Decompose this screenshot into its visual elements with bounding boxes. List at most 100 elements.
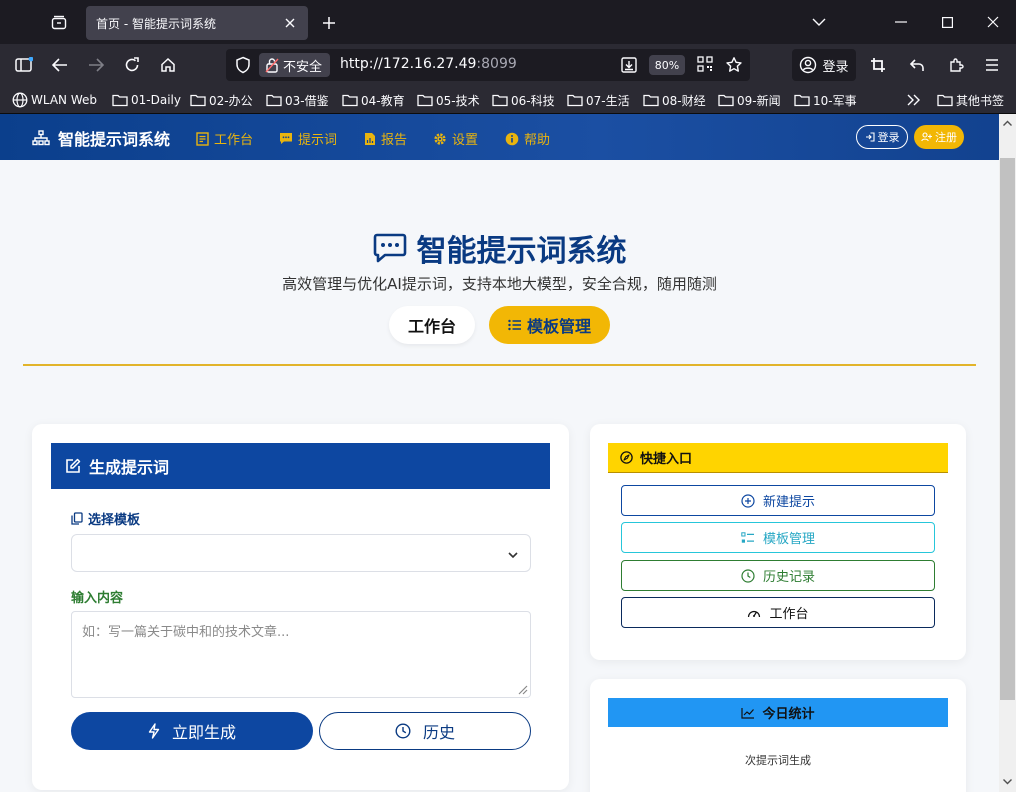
plus-circle-icon <box>741 493 755 508</box>
menu-icon[interactable] <box>980 53 1004 77</box>
folder-icon <box>342 94 358 107</box>
back-icon[interactable] <box>48 53 72 77</box>
chevron-down-icon <box>508 548 518 563</box>
shield-icon[interactable] <box>234 56 252 74</box>
nav-link-help[interactable]: 帮助 <box>505 129 550 148</box>
generate-now-button[interactable]: 立即生成 <box>71 712 313 750</box>
card-title: 生成提示词 <box>89 458 170 477</box>
new-tab-icon[interactable] <box>318 12 340 34</box>
url-host: http://172.16.27.49 <box>340 56 477 72</box>
folder-icon <box>567 94 583 107</box>
bookmark-item[interactable]: WLAN Web <box>12 91 97 109</box>
tab-template-management[interactable]: 模板管理 <box>489 306 610 344</box>
card-title: 今日统计 <box>762 707 815 722</box>
download-icon[interactable] <box>620 56 638 74</box>
history-button[interactable]: 历史 <box>319 712 531 750</box>
url-text[interactable]: http://172.16.27.49:8099 <box>340 56 517 72</box>
home-icon[interactable] <box>156 53 180 77</box>
nav-link-label: 提示词 <box>298 133 338 148</box>
nav-link-label: 帮助 <box>524 133 551 148</box>
bookmark-folder[interactable]: 04-教育 <box>342 91 405 109</box>
browser-tabbar: 首页 - 智能提示词系统 <box>0 0 1016 44</box>
bookmark-label: 06-科技 <box>511 93 555 108</box>
gear-icon <box>434 132 446 145</box>
account-button[interactable]: 登录 <box>792 49 856 81</box>
security-indicator[interactable]: 不安全 <box>259 53 331 77</box>
file-chart-icon <box>365 132 375 145</box>
register-label: 注册 <box>935 131 957 144</box>
other-bookmarks[interactable]: 其他书签 <box>937 91 1004 109</box>
bookmark-label: 02-办公 <box>209 93 253 108</box>
folder-icon <box>417 94 433 107</box>
login-button[interactable]: 登录 <box>856 125 908 149</box>
chart-line-icon <box>741 707 755 719</box>
globe-icon <box>12 92 28 108</box>
tab-workspace[interactable]: 工作台 <box>389 306 475 344</box>
folder-icon <box>492 94 508 107</box>
folder-icon <box>643 94 659 107</box>
history-records-button[interactable]: 历史记录 <box>621 560 935 591</box>
bookmark-label: 09-新闻 <box>737 93 781 108</box>
bookmark-folder[interactable]: 02-办公 <box>190 91 253 109</box>
bookmark-folder[interactable]: 01-Daily <box>112 91 181 109</box>
chevron-down-icon[interactable] <box>804 8 834 36</box>
reload-icon[interactable] <box>120 53 144 77</box>
template-label: 选择模板 <box>71 509 140 528</box>
sidebar-icon[interactable] <box>12 53 36 77</box>
card-title: 快捷入口 <box>640 452 693 467</box>
nav-link-reports[interactable]: 报告 <box>364 129 407 148</box>
extensions-icon[interactable] <box>944 53 968 77</box>
generate-card-header: 生成提示词 <box>51 443 550 489</box>
user-plus-icon <box>921 132 932 142</box>
undo-icon[interactable] <box>905 53 929 77</box>
login-label: 登录 <box>877 131 900 144</box>
scroll-down-icon[interactable] <box>1002 776 1013 787</box>
crop-icon[interactable] <box>866 53 890 77</box>
comment-dots-icon <box>373 233 406 263</box>
bookmark-folder[interactable]: 09-新闻 <box>718 91 781 109</box>
hero-subtitle: 高效管理与优化AI提示词，支持本地大模型，安全合规，随用随测 <box>282 275 717 293</box>
register-button[interactable]: 注册 <box>914 125 964 149</box>
scroll-up-icon[interactable] <box>1002 118 1013 129</box>
close-icon[interactable] <box>282 15 298 31</box>
bookmark-folder[interactable]: 07-生活 <box>567 91 630 109</box>
page-viewport: 智能提示词系统 工作台 提示词 报告 设置 帮助 登录 注册 智能提示词系统 高… <box>0 114 999 792</box>
close-window-icon[interactable] <box>978 8 1008 36</box>
generate-prompt-card: 生成提示词 选择模板 输入内容 如：写一篇关于碳中和的技术文章... 立即生成 <box>32 424 569 790</box>
new-prompt-button[interactable]: 新建提示 <box>621 485 935 516</box>
content-textarea[interactable]: 如：写一篇关于碳中和的技术文章... <box>71 611 531 698</box>
site-brand[interactable]: 智能提示词系统 <box>32 126 170 150</box>
browser-tab-active[interactable]: 首页 - 智能提示词系统 <box>86 6 308 40</box>
bookmark-folder[interactable]: 08-财经 <box>643 91 706 109</box>
edit-icon <box>66 458 81 473</box>
bookmark-label: 04-教育 <box>361 93 405 108</box>
nav-link-settings[interactable]: 设置 <box>433 129 478 148</box>
forward-icon[interactable] <box>84 53 108 77</box>
nav-link-workspace[interactable]: 工作台 <box>196 129 253 148</box>
hero-title-text: 智能提示词系统 <box>416 234 627 269</box>
workspace-button[interactable]: 工作台 <box>621 597 935 628</box>
bookmarks-overflow-icon[interactable] <box>907 91 921 109</box>
tab-list-icon[interactable] <box>48 12 70 34</box>
account-label: 登录 <box>822 59 849 75</box>
scrollbar-thumb[interactable] <box>1000 158 1015 700</box>
bookmark-folder[interactable]: 05-技术 <box>417 91 480 109</box>
maximize-icon[interactable] <box>932 8 962 36</box>
resize-handle-icon[interactable] <box>516 683 528 695</box>
bookmark-folder[interactable]: 10-军事 <box>794 91 857 109</box>
page-scrollbar[interactable] <box>999 114 1016 792</box>
nav-link-label: 工作台 <box>214 133 254 148</box>
minimize-icon[interactable] <box>886 8 916 36</box>
bookmark-folder[interactable]: 06-科技 <box>492 91 555 109</box>
bookmark-folder[interactable]: 03-借鉴 <box>266 91 329 109</box>
bookmark-label: 03-借鉴 <box>285 93 329 108</box>
zoom-level[interactable]: 80% <box>649 55 685 75</box>
clock-icon <box>395 723 411 739</box>
button-label: 工作台 <box>769 607 809 622</box>
qr-code-icon[interactable] <box>697 56 715 74</box>
template-select[interactable] <box>71 534 531 572</box>
url-bar[interactable]: 不安全 http://172.16.27.49:8099 80% <box>226 49 750 81</box>
nav-link-prompts[interactable]: 提示词 <box>279 129 337 148</box>
template-management-button[interactable]: 模板管理 <box>621 522 935 553</box>
star-icon[interactable] <box>725 56 743 74</box>
